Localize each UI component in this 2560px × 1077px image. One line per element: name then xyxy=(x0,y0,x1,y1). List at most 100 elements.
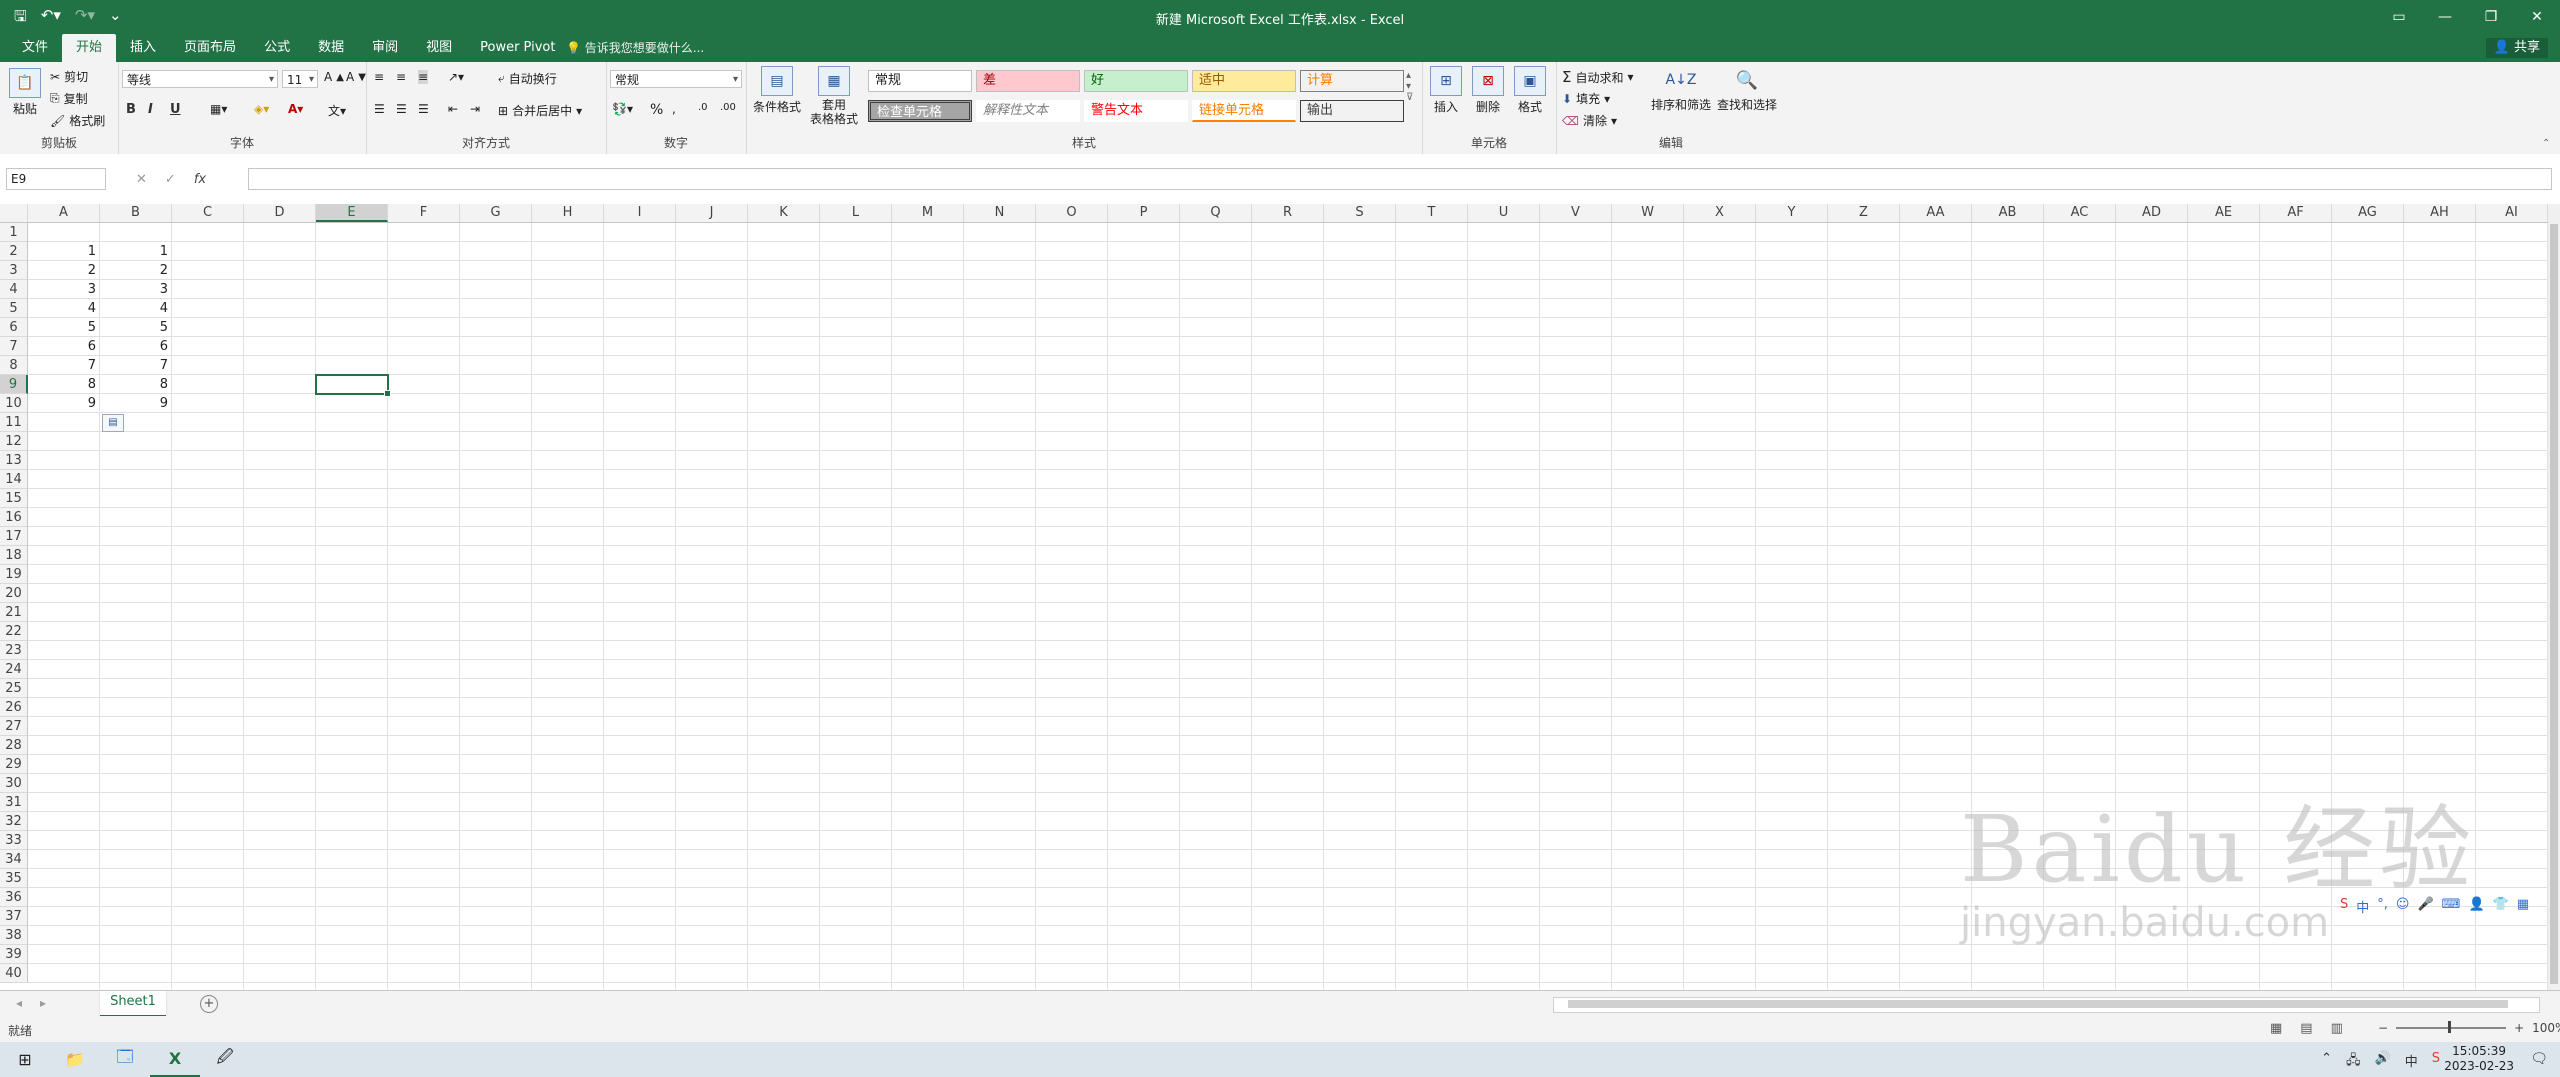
style-check-cell[interactable]: 检查单元格 xyxy=(868,100,972,122)
autofill-options-icon[interactable]: ▤ xyxy=(102,414,124,432)
find-select-button[interactable]: 🔍 查找和选择 xyxy=(1716,66,1778,113)
align-bottom-icon[interactable]: ≡ xyxy=(418,70,429,84)
next-sheet-icon[interactable]: ▸ xyxy=(40,996,46,1010)
chevron-up-icon[interactable]: ⌃ xyxy=(2321,1051,2332,1073)
style-good[interactable]: 好 xyxy=(1084,70,1188,92)
network-icon[interactable]: 🖧 xyxy=(2346,1051,2361,1073)
column-header[interactable]: O xyxy=(1036,204,1108,222)
column-header[interactable]: AH xyxy=(2404,204,2476,222)
row-header[interactable]: 40 xyxy=(0,964,28,983)
column-header[interactable]: I xyxy=(604,204,676,222)
name-box[interactable]: E9 xyxy=(6,168,106,190)
percent-button[interactable]: % xyxy=(650,102,663,118)
row-header[interactable]: 33 xyxy=(0,831,28,850)
zoom-knob[interactable] xyxy=(2448,1021,2452,1033)
zoom-slider[interactable] xyxy=(2396,1021,2507,1033)
ime-user-icon[interactable]: 👤 xyxy=(2468,897,2484,916)
normal-view-icon[interactable]: ▦ xyxy=(2270,1021,2282,1036)
excel-taskbar-icon[interactable]: X xyxy=(150,1042,200,1077)
align-left-icon[interactable]: ☰ xyxy=(374,102,385,116)
row-header[interactable]: 34 xyxy=(0,850,28,869)
font-family-select[interactable]: 等线 xyxy=(122,70,278,89)
column-header[interactable]: AI xyxy=(2476,204,2548,222)
comma-icon[interactable]: , xyxy=(672,102,676,116)
column-header[interactable]: Q xyxy=(1180,204,1252,222)
volume-icon[interactable]: 🔊 xyxy=(2375,1051,2391,1073)
horizontal-scrollbar[interactable] xyxy=(1553,997,2540,1013)
tab-view[interactable]: 视图 xyxy=(412,34,466,62)
restore-icon[interactable]: ❐ xyxy=(2468,0,2514,34)
close-icon[interactable]: ✕ xyxy=(2514,0,2560,34)
add-sheet-icon[interactable]: + xyxy=(200,995,218,1013)
row-header[interactable]: 8 xyxy=(0,356,28,375)
increase-decimal-icon[interactable]: .0 xyxy=(698,102,708,113)
ime-punct-icon[interactable]: °, xyxy=(2377,897,2388,916)
column-header[interactable]: H xyxy=(532,204,604,222)
row-header[interactable]: 36 xyxy=(0,888,28,907)
tab-insert[interactable]: 插入 xyxy=(116,34,170,62)
paste-button[interactable]: 📋 粘贴 xyxy=(6,68,44,117)
windows-start-icon[interactable]: ⊞ xyxy=(0,1042,50,1077)
cell[interactable]: 6 xyxy=(28,337,100,356)
collapse-ribbon-icon[interactable]: ⌃ xyxy=(2542,138,2550,149)
row-header[interactable]: 12 xyxy=(0,432,28,451)
column-header[interactable]: C xyxy=(172,204,244,222)
column-header[interactable]: U xyxy=(1468,204,1540,222)
cell[interactable]: 9 xyxy=(100,394,172,413)
cell[interactable]: 3 xyxy=(28,280,100,299)
row-header[interactable]: 7 xyxy=(0,337,28,356)
column-header[interactable]: AD xyxy=(2116,204,2188,222)
clock[interactable]: 15:05:39 2023-02-23 xyxy=(2444,1044,2514,1074)
format-painter-button[interactable]: 🖌 格式刷 xyxy=(50,112,105,129)
orientation-icon[interactable]: ↗▾ xyxy=(448,70,464,84)
row-header[interactable]: 31 xyxy=(0,793,28,812)
zoom-level[interactable]: 100% xyxy=(2532,1021,2560,1035)
cell[interactable]: 9 xyxy=(28,394,100,413)
cell-area[interactable]: 1 2 3 4 5 6 7 8 9 1 2 3 4 5 6 7 8 9 ▤ xyxy=(28,223,2548,990)
row-header[interactable]: 24 xyxy=(0,660,28,679)
tab-review[interactable]: 审阅 xyxy=(358,34,412,62)
cell[interactable]: 8 xyxy=(100,375,172,394)
style-normal[interactable]: 常规 xyxy=(868,70,972,92)
underline-button[interactable]: U xyxy=(170,102,181,117)
cell[interactable]: 6 xyxy=(100,337,172,356)
decrease-indent-icon[interactable]: ⇤ xyxy=(448,102,458,116)
column-header[interactable]: V xyxy=(1540,204,1612,222)
ime-emoji-icon[interactable]: ☺ xyxy=(2396,897,2410,916)
row-header[interactable]: 9 xyxy=(0,375,28,394)
column-header[interactable]: G xyxy=(460,204,532,222)
zoom-in-icon[interactable]: + xyxy=(2514,1021,2524,1035)
ime-icon[interactable]: 中 xyxy=(2405,1051,2418,1073)
column-header[interactable]: N xyxy=(964,204,1036,222)
borders-icon[interactable]: ▦▾ xyxy=(210,102,227,116)
column-header[interactable]: L xyxy=(820,204,892,222)
grow-font-icon[interactable]: A ▲ xyxy=(324,70,344,84)
align-middle-icon[interactable]: ≡ xyxy=(396,70,406,84)
column-header[interactable]: W xyxy=(1612,204,1684,222)
style-linked-cell[interactable]: 链接单元格 xyxy=(1192,100,1296,122)
sogou-icon[interactable]: S xyxy=(2432,1051,2440,1073)
cut-button[interactable]: ✂ 剪切 xyxy=(50,68,88,85)
row-header[interactable]: 21 xyxy=(0,603,28,622)
autosum-button[interactable]: Σ 自动求和 ▾ xyxy=(1562,68,1634,86)
tab-data[interactable]: 数据 xyxy=(304,34,358,62)
row-header[interactable]: 30 xyxy=(0,774,28,793)
row-header[interactable]: 15 xyxy=(0,489,28,508)
font-size-select[interactable]: 11 xyxy=(282,70,318,89)
clear-button[interactable]: ⌫ 清除 ▾ xyxy=(1562,112,1617,129)
row-header[interactable]: 35 xyxy=(0,869,28,888)
row-header[interactable]: 28 xyxy=(0,736,28,755)
row-header[interactable]: 17 xyxy=(0,527,28,546)
zoom-out-icon[interactable]: − xyxy=(2378,1021,2388,1035)
column-header[interactable]: D xyxy=(244,204,316,222)
style-warning[interactable]: 警告文本 xyxy=(1084,100,1188,122)
formula-input[interactable] xyxy=(248,168,2552,190)
row-header[interactable]: 19 xyxy=(0,565,28,584)
fill-color-icon[interactable]: ◈▾ xyxy=(254,102,269,116)
align-center-icon[interactable]: ☰ xyxy=(396,102,407,116)
font-color-icon[interactable]: A▾ xyxy=(288,102,303,116)
fill-button[interactable]: ⬇ 填充 ▾ xyxy=(1562,90,1610,107)
row-header[interactable]: 5 xyxy=(0,299,28,318)
row-header[interactable]: 13 xyxy=(0,451,28,470)
column-header[interactable]: R xyxy=(1252,204,1324,222)
